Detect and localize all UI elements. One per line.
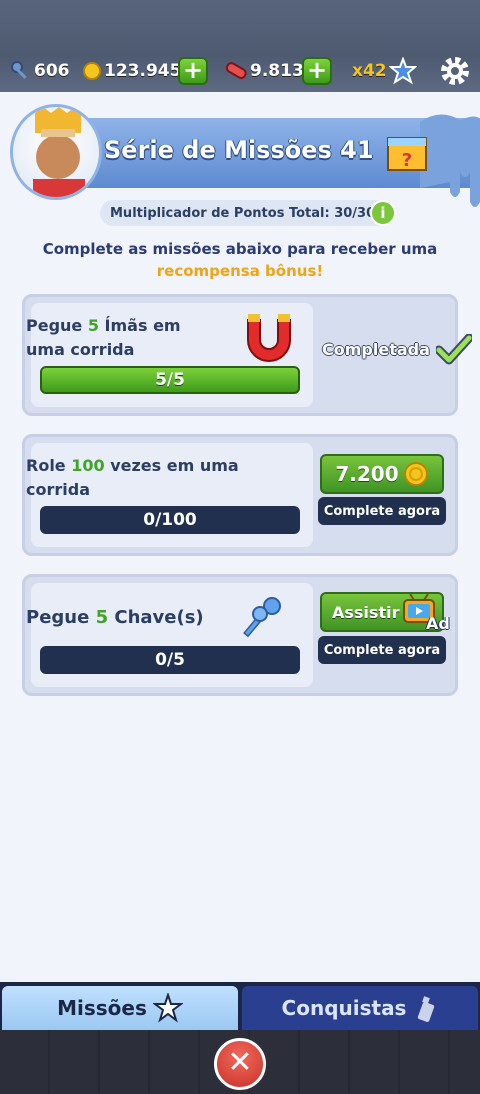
- tab-achievements[interactable]: Conquistas: [242, 986, 478, 1030]
- mission-3-progress-label: 0/5: [155, 650, 185, 670]
- hoverboard-icon: [225, 62, 247, 79]
- mission-1-progress-label: 5/5: [155, 370, 185, 390]
- keys-counter: 606: [10, 58, 70, 84]
- tab-achievements-label: Conquistas: [281, 996, 407, 1020]
- keys-icon: [243, 597, 281, 638]
- page-title: Série de Missões 41: [104, 136, 374, 164]
- mission-2-progress-label: 0/100: [143, 510, 197, 530]
- close-button[interactable]: ✕: [214, 1038, 266, 1090]
- mission-2-reward-button[interactable]: 7.200: [320, 454, 444, 494]
- mission-2-progress-bar: 0/100: [40, 506, 300, 534]
- tab-missions-label: Missões: [57, 996, 147, 1020]
- intro-line-1: Complete as missões abaixo para receber …: [42, 240, 438, 258]
- add-coins-button[interactable]: +: [178, 57, 208, 85]
- mission-2-description: Role 100 vezes em uma corrida: [26, 456, 239, 499]
- svg-text:?: ?: [402, 150, 412, 171]
- hoverboards-value: 9.813: [250, 61, 304, 81]
- spray-can-icon: [418, 996, 435, 1022]
- coins-counter: 123.945: [82, 58, 181, 84]
- coins-value: 123.945: [104, 61, 182, 81]
- add-hoverboards-button[interactable]: +: [302, 57, 332, 85]
- mystery-box-icon: ?: [387, 137, 427, 171]
- score-multiplier-total: Multiplicador de Pontos Total: 30/30: [100, 200, 396, 226]
- mission-2-reward-label: 7.200: [335, 462, 399, 486]
- mission-2-complete-now-button[interactable]: Complete agora: [318, 497, 446, 525]
- multiplier-star-icon: [388, 57, 417, 85]
- mission-3-description: Pegue 5 Chave(s): [26, 607, 204, 628]
- settings-gear-icon[interactable]: [438, 54, 472, 88]
- mission-1-status: Completada: [322, 340, 430, 359]
- coin-icon: [83, 62, 101, 80]
- tab-missions[interactable]: Missões: [2, 986, 238, 1030]
- ad-label: Ad: [426, 614, 450, 633]
- intro-text: Complete as missões abaixo para receber …: [20, 238, 460, 282]
- hoverboards-counter: 9.813: [224, 58, 304, 84]
- key-icon: [11, 61, 27, 79]
- mission-3-progress-bar: 0/5: [40, 646, 300, 674]
- coin-icon: [403, 462, 428, 486]
- magnet-icon: [247, 314, 291, 362]
- mission-1-progress-bar: 5/5: [40, 366, 300, 394]
- star-badge-icon: [152, 993, 183, 1023]
- score-multiplier: x42: [352, 57, 417, 85]
- mission-3-watch-label: Assistir: [332, 602, 400, 622]
- intro-line-2: recompensa bônus!: [156, 262, 324, 280]
- keys-value: 606: [34, 61, 70, 81]
- mission-1-description: Pegue 5 Ímãs em uma corrida: [26, 316, 181, 359]
- info-icon[interactable]: i: [370, 200, 396, 226]
- check-icon: [436, 334, 472, 365]
- mission-3-complete-now-button[interactable]: Complete agora: [318, 636, 446, 664]
- player-avatar: [10, 104, 102, 200]
- multiplier-value: x42: [352, 61, 387, 81]
